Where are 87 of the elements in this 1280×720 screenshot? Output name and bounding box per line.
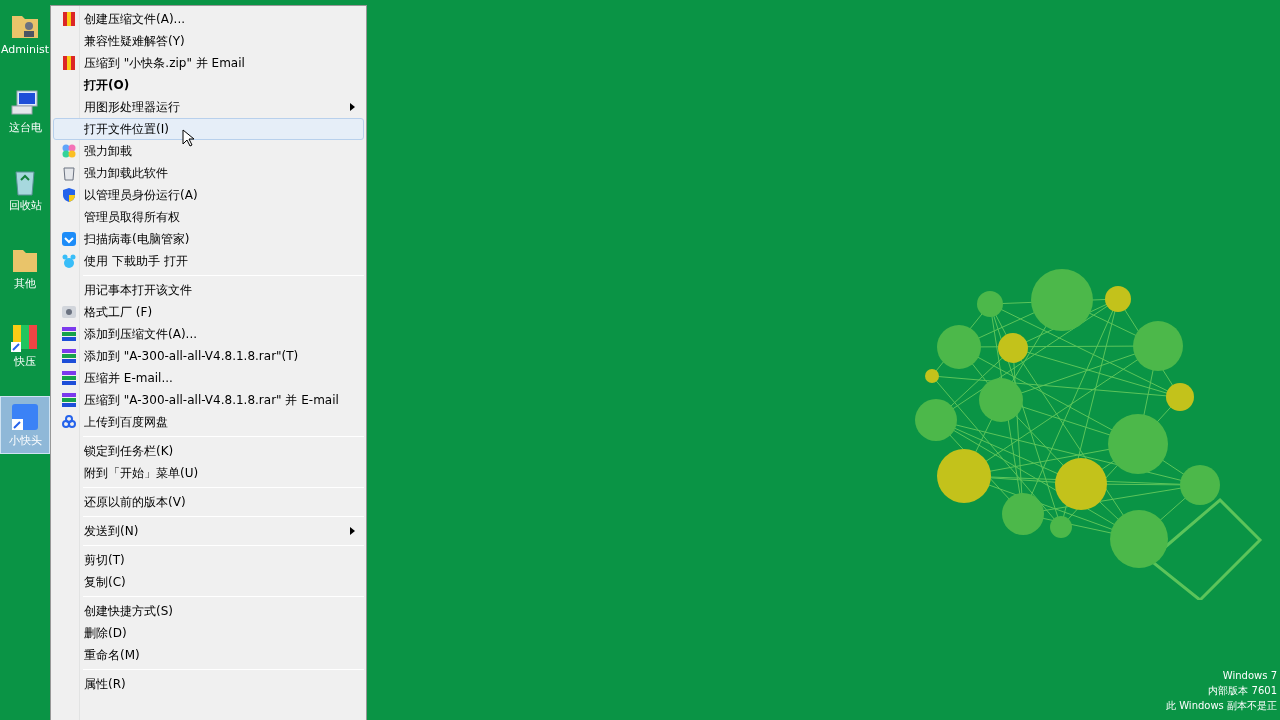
desktop-icon[interactable]: 快压 — [0, 318, 50, 374]
menu-item-label: 上传到百度网盘 — [84, 414, 168, 431]
menu-item-label: 重命名(M) — [84, 647, 140, 664]
menu-item[interactable]: 用记事本打开该文件 — [53, 279, 364, 301]
menu-item[interactable]: 管理员取得所有权 — [53, 206, 364, 228]
menu-item[interactable]: 创建快捷方式(S) — [53, 600, 364, 622]
menu-item[interactable]: 重命名(M) — [53, 644, 364, 666]
menu-item[interactable]: 格式工厂 (F) — [53, 301, 364, 323]
menu-item-label: 管理员取得所有权 — [84, 209, 180, 226]
menu-item[interactable]: 兼容性疑难解答(Y) — [53, 30, 364, 52]
os-version-text: Windows 7 — [1222, 669, 1277, 683]
menu-item[interactable]: 创建压缩文件(A)... — [53, 8, 364, 30]
menu-item-label: 压缩到 "小快条.zip" 并 Email — [84, 55, 245, 72]
menu-item[interactable]: 删除(D) — [53, 622, 364, 644]
menu-item[interactable]: 压缩到 "小快条.zip" 并 Email — [53, 52, 364, 74]
menu-item-label: 附到「开始」菜单(U) — [84, 465, 199, 482]
petals-icon — [61, 143, 77, 159]
shield-icon — [61, 187, 77, 203]
archive-icon — [61, 55, 77, 71]
menu-item-label: 打开(O) — [84, 77, 130, 94]
os-version-text: 内部版本 7601 — [1208, 684, 1277, 698]
app-shortcut-icon — [9, 401, 41, 433]
os-version-text: 此 Windows 副本不是正 — [1166, 699, 1277, 713]
archive-icon — [61, 11, 77, 27]
menu-item[interactable]: 锁定到任务栏(K) — [53, 440, 364, 462]
mouse-pointer-icon — [182, 129, 194, 147]
menu-item[interactable]: 还原以前的版本(V) — [53, 491, 364, 513]
menu-item-label: 锁定到任务栏(K) — [84, 443, 174, 460]
menu-item-label: 使用 下載助手 打开 — [84, 253, 188, 270]
menu-item[interactable]: 强力卸载此软件 — [53, 162, 364, 184]
menu-item-label: 扫描病毒(电脑管家) — [84, 231, 190, 248]
desktop-icon[interactable]: 其他 — [0, 240, 50, 296]
menu-item-label: 打开文件位置(I) — [84, 121, 169, 138]
menu-item[interactable]: 以管理员身份运行(A) — [53, 184, 364, 206]
menu-item-label: 压缩到 "A-300-all-all-V4.8.1.8.rar" 并 E-mail — [84, 392, 339, 409]
menu-item[interactable]: 添加到压缩文件(A)... — [53, 323, 364, 345]
desktop-icon[interactable]: Administ — [0, 6, 50, 62]
menu-item[interactable]: 使用 下載助手 打开 — [53, 250, 364, 272]
menu-item[interactable]: 扫描病毒(电脑管家) — [53, 228, 364, 250]
desktop-icon-label: Administ — [0, 42, 50, 58]
menu-item-label: 以管理员身份运行(A) — [84, 187, 198, 204]
desktop-icon-label: 小快头 — [8, 433, 42, 449]
menu-item-label: 强力卸载此软件 — [84, 165, 168, 182]
menu-item-label: 压缩并 E-mail... — [84, 370, 173, 387]
cloud-icon — [61, 414, 77, 430]
menu-item-label: 创建压缩文件(A)... — [84, 11, 185, 28]
submenu-arrow-icon — [350, 527, 355, 535]
menu-item-label: 添加到 "A-300-all-all-V4.8.1.8.rar"(T) — [84, 348, 299, 365]
books-icon — [61, 392, 77, 408]
menu-item-label: 删除(D) — [84, 625, 127, 642]
menu-item[interactable]: 属性(R) — [53, 673, 364, 695]
menu-item-label: 用图形处理器运行 — [84, 99, 180, 116]
desktop-icon[interactable]: 这台电 — [0, 84, 50, 140]
desktop-icon-label: 这台电 — [8, 120, 42, 136]
menu-item[interactable]: 发送到(N) — [53, 520, 364, 542]
menu-item-label: 兼容性疑难解答(Y) — [84, 33, 185, 50]
menu-item-label: 属性(R) — [84, 676, 126, 693]
desktop-icon-label: 其他 — [14, 276, 36, 292]
books-icon — [61, 348, 77, 364]
menu-item-label: 用记事本打开该文件 — [84, 282, 192, 299]
menu-item-label: 还原以前的版本(V) — [84, 494, 186, 511]
paw-icon — [61, 253, 77, 269]
desktop-icon[interactable]: 回收站 — [0, 162, 50, 218]
menu-item-label: 剪切(T) — [84, 552, 125, 569]
trash-icon — [61, 165, 77, 181]
menu-item[interactable]: 添加到 "A-300-all-all-V4.8.1.8.rar"(T) — [53, 345, 364, 367]
menu-item[interactable]: 用图形处理器运行 — [53, 96, 364, 118]
desktop-icon-label: 快压 — [14, 354, 36, 370]
books-icon — [61, 326, 77, 342]
menu-item[interactable]: 剪切(T) — [53, 549, 364, 571]
books-icon — [61, 370, 77, 386]
menu-item-label: 复制(C) — [84, 574, 126, 591]
menu-item[interactable]: 压缩并 E-mail... — [53, 367, 364, 389]
menu-item-label: 格式工厂 (F) — [84, 304, 153, 321]
menu-item[interactable]: 打开(O) — [53, 74, 364, 96]
menu-item[interactable]: 复制(C) — [53, 571, 364, 593]
menu-item[interactable]: 压缩到 "A-300-all-all-V4.8.1.8.rar" 并 E-mail — [53, 389, 364, 411]
menu-item-label: 强力卸載 — [84, 143, 132, 160]
menu-item-label: 添加到压缩文件(A)... — [84, 326, 197, 343]
menu-item[interactable]: 附到「开始」菜单(U) — [53, 462, 364, 484]
submenu-arrow-icon — [350, 103, 355, 111]
menu-item[interactable]: 强力卸載 — [53, 140, 364, 162]
menu-item-label: 发送到(N) — [84, 523, 139, 540]
menu-item-label: 创建快捷方式(S) — [84, 603, 173, 620]
gear-box-icon — [61, 304, 77, 320]
desktop-icon-label: 回收站 — [8, 198, 42, 214]
menu-item[interactable]: 上传到百度网盘 — [53, 411, 364, 433]
